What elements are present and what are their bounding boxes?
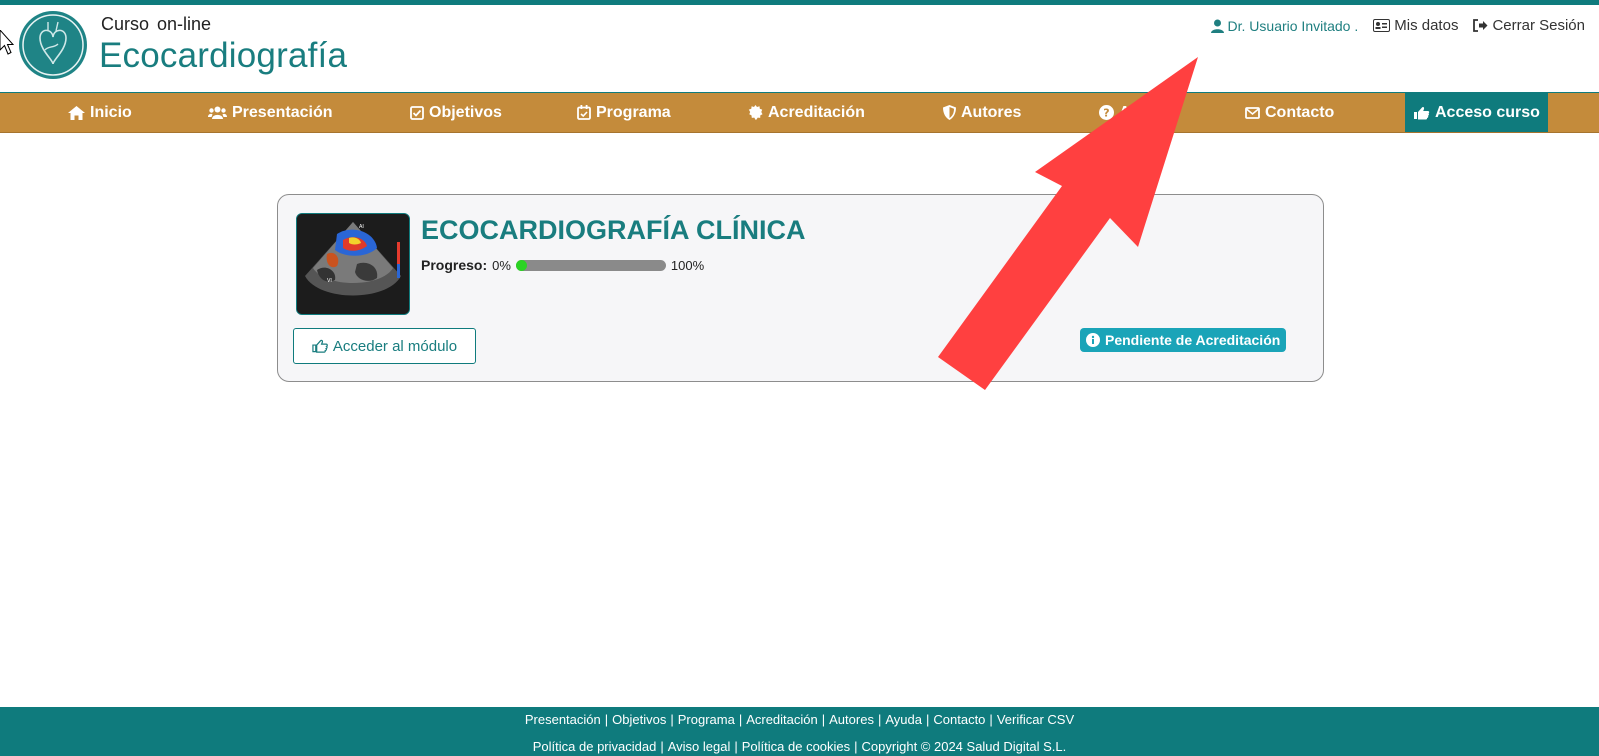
footer-link[interactable]: Política de cookies <box>742 739 850 754</box>
mis-datos-label: Mis datos <box>1394 17 1459 34</box>
check-square-icon <box>410 105 424 120</box>
home-icon <box>68 105 85 120</box>
course-thumbnail: VI AI <box>296 213 410 315</box>
footer-link[interactable]: Contacto <box>933 712 985 727</box>
footer-link[interactable]: Acreditación <box>746 712 818 727</box>
nav-acreditacion[interactable]: Acreditación <box>748 93 865 132</box>
footer-link[interactable]: Ayuda <box>885 712 922 727</box>
id-card-icon <box>1373 19 1391 32</box>
svg-text:VI: VI <box>327 278 332 284</box>
nav-label: Programa <box>596 103 671 121</box>
nav-presentacion[interactable]: Presentación <box>208 93 332 132</box>
mouse-cursor-icon <box>0 30 14 55</box>
calendar-check-icon <box>577 105 591 120</box>
user-area: Dr. Usuario Invitado . Mis datos Cerrar … <box>1210 17 1585 34</box>
nav-label: Acceso curso <box>1435 103 1540 121</box>
footer-link[interactable]: Política de privacidad <box>533 739 657 754</box>
user-menu[interactable]: Dr. Usuario Invitado . <box>1210 17 1359 34</box>
progress-label: Progreso: <box>421 257 488 273</box>
progress-start: 0% <box>492 257 511 273</box>
nav-label: Acreditación <box>768 103 865 121</box>
nav-contacto[interactable]: Contacto <box>1245 93 1334 132</box>
footer-links-row: Presentación | Objetivos | Programa | Acredita… <box>524 712 1075 727</box>
envelope-icon <box>1245 106 1260 119</box>
footer-link[interactable]: Programa <box>678 712 735 727</box>
main-nav: Inicio Presentación Objetivos Programa A… <box>0 92 1599 133</box>
course-title: ECOCARDIOGRAFÍA CLÍNICA <box>421 215 806 245</box>
nav-label: Objetivos <box>429 103 502 121</box>
echo-image-icon: VI AI <box>297 214 409 314</box>
progress-bar <box>515 259 666 271</box>
hand-point-icon <box>1414 106 1430 119</box>
brand-online: on-line <box>157 14 212 34</box>
nav-programa[interactable]: Programa <box>577 93 671 132</box>
footer-link[interactable]: Presentación <box>525 712 601 727</box>
nav-acceso-curso[interactable]: Acceso curso <box>1405 93 1548 132</box>
footer-link[interactable]: Autores <box>829 712 874 727</box>
mis-datos-link[interactable]: Mis datos <box>1373 17 1458 34</box>
brand-title: Ecocardiografía <box>99 36 348 75</box>
logo-heart-icon <box>19 11 87 79</box>
nav-objetivos[interactable]: Objetivos <box>410 93 502 132</box>
info-circle-icon <box>1086 333 1100 347</box>
footer-link[interactable]: Aviso legal <box>668 739 731 754</box>
user-icon <box>1210 19 1224 33</box>
footer-link[interactable]: Objetivos <box>612 712 666 727</box>
shield-icon <box>943 105 956 120</box>
progress-end: 100% <box>670 257 705 273</box>
nav-autores[interactable]: Autores <box>943 93 1021 132</box>
nav-label: Contacto <box>1265 103 1335 121</box>
sign-out-icon <box>1473 19 1488 32</box>
progress-row: Progreso: 0% 100% <box>421 257 704 273</box>
logout-label: Cerrar Sesión <box>1492 17 1585 34</box>
access-module-label: Acceder al módulo <box>332 337 458 355</box>
nav-label: Ayuda <box>1119 103 1168 121</box>
brand-curso: Curso <box>101 14 150 34</box>
nav-label: Presentación <box>232 103 333 121</box>
progress-bar-fill <box>515 259 527 271</box>
brand-subtitle: Curso on-line <box>101 14 219 35</box>
user-name: Dr. Usuario Invitado . <box>1227 17 1359 34</box>
hand-point-icon <box>312 339 328 353</box>
nav-label: Inicio <box>90 103 132 121</box>
nav-label: Autores <box>961 103 1022 121</box>
footer-legal-row: Política de privacidad | Aviso legal | Polít… <box>532 739 1067 754</box>
question-circle-icon: ? <box>1099 105 1114 120</box>
svg-text:?: ? <box>1103 107 1109 120</box>
footer-link[interactable]: Verificar CSV <box>997 712 1074 727</box>
users-icon <box>208 106 227 119</box>
footer: Presentación | Objetivos | Programa | Acredita… <box>0 707 1599 756</box>
status-badge: Pendiente de Acreditación <box>1080 328 1287 352</box>
certificate-icon <box>748 105 763 120</box>
svg-text:AI: AI <box>359 224 364 230</box>
access-module-button[interactable]: Acceder al módulo <box>293 328 476 364</box>
top-border <box>0 0 1599 5</box>
logout-link[interactable]: Cerrar Sesión <box>1473 17 1585 34</box>
nav-ayuda[interactable]: ? Ayuda <box>1099 93 1167 132</box>
copyright: Copyright © 2024 Salud Digital S.L. <box>861 739 1067 754</box>
nav-inicio[interactable]: Inicio <box>68 93 132 132</box>
status-label: Pendiente de Acreditación <box>1105 332 1281 348</box>
course-card: VI AI ECOCARDIOGRAFÍA CLÍNICA Progreso: … <box>277 194 1324 382</box>
